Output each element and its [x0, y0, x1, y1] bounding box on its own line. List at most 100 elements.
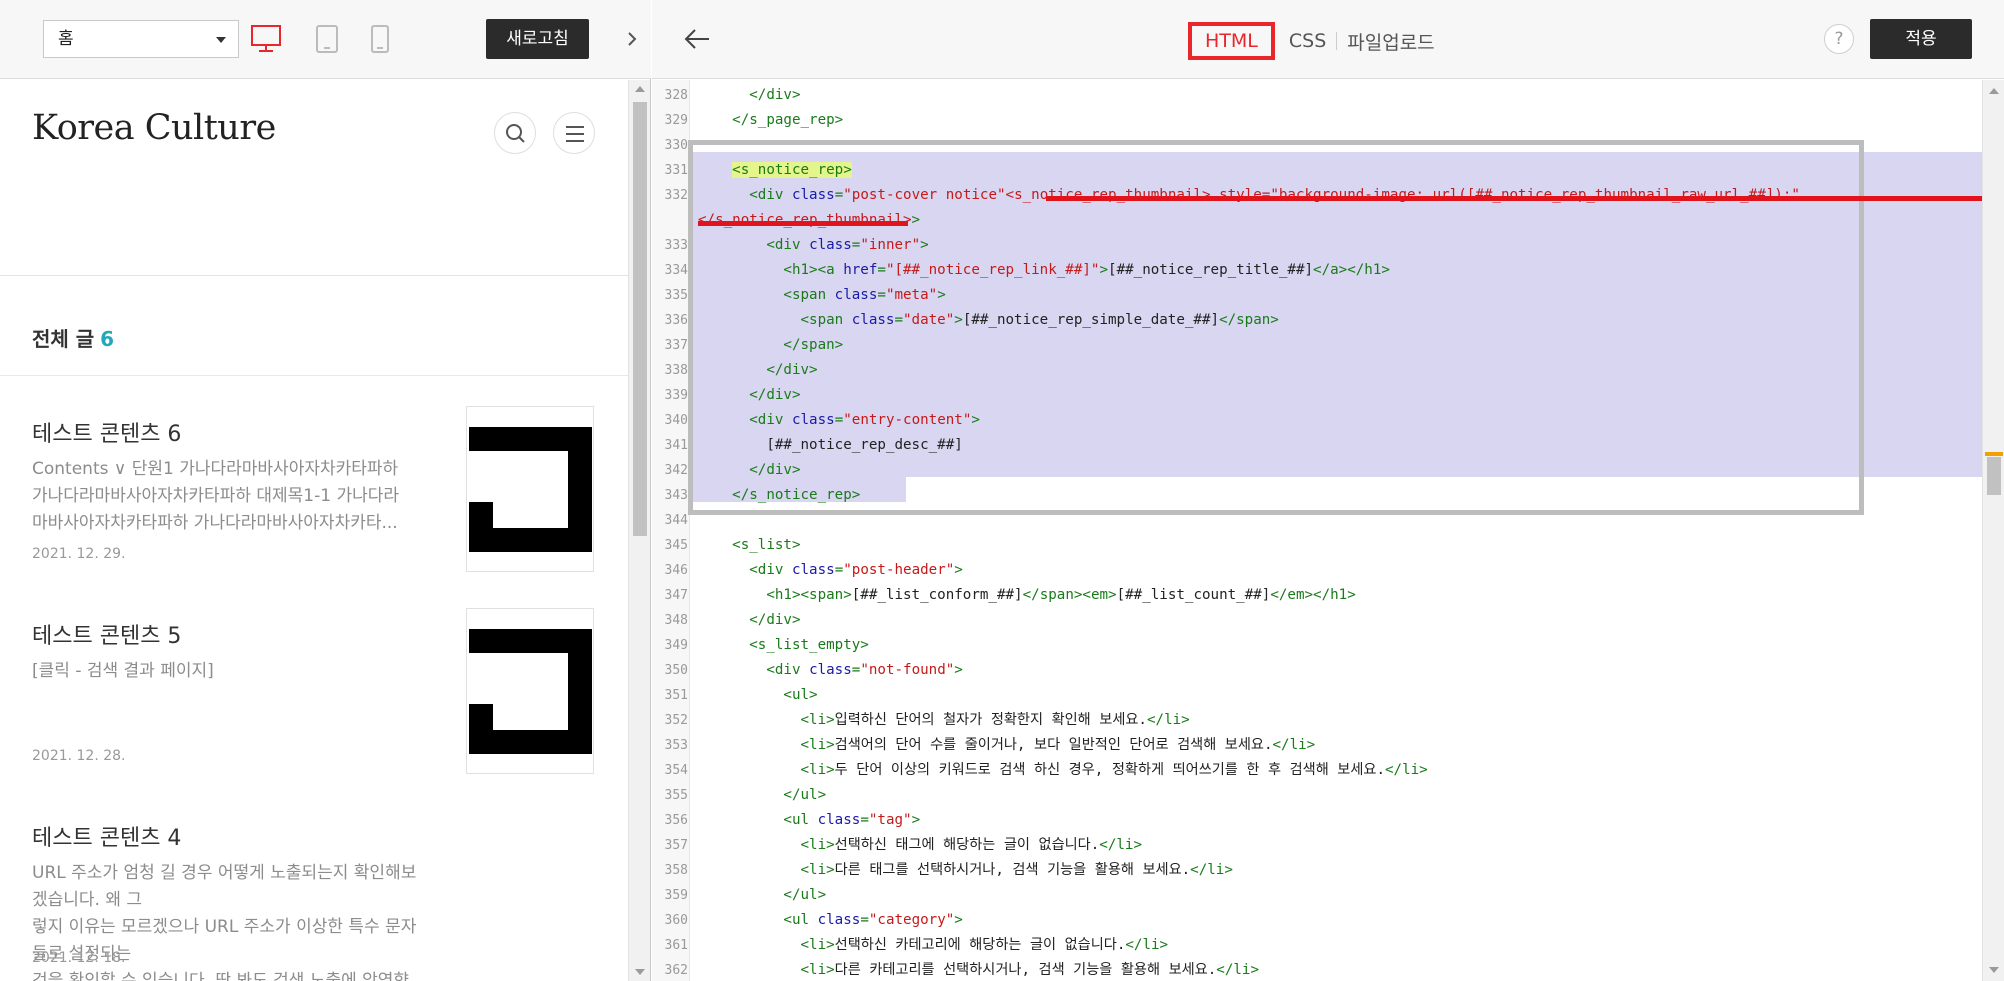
- tab-css[interactable]: CSS: [1279, 30, 1336, 52]
- post-title[interactable]: 테스트 콘텐츠 4: [32, 820, 181, 852]
- page-select[interactable]: 홈: [43, 20, 239, 58]
- line-number: 330: [664, 138, 688, 153]
- editor-scrollbar[interactable]: [1982, 80, 2004, 981]
- code-token: <li>: [800, 962, 835, 978]
- code-line[interactable]: 346 <div class="post-header">: [652, 558, 1982, 583]
- code-line[interactable]: 359 </ul>: [652, 883, 1982, 908]
- all-posts-heading: 전체 글6: [32, 323, 114, 352]
- code-line[interactable]: 353 <li>검색어의 단어 수를 줄이거나, 보다 일반적인 단어로 검색해…: [652, 733, 1982, 758]
- tab-html[interactable]: HTML: [1188, 22, 1275, 60]
- code-token: <li>: [800, 762, 835, 778]
- code-text: </div>: [698, 83, 800, 108]
- tab-file-upload[interactable]: 파일업로드: [1337, 28, 1444, 55]
- code-token: </ul>: [783, 887, 827, 903]
- code-token: 다른 태그를 선택하시거나, 검색 기능을 활용해 보세요.: [834, 862, 1191, 878]
- post-title[interactable]: 테스트 콘텐츠 5: [32, 618, 181, 650]
- line-number: 328: [664, 88, 688, 103]
- code-line[interactable]: 350 <div class="not-found">: [652, 658, 1982, 683]
- code-token: </li>: [1385, 762, 1428, 778]
- editor-panel: HTML CSS 파일업로드 ? 적용 328 </div> 329 </s_pa…: [652, 0, 2004, 981]
- code-token: </li>: [1099, 837, 1142, 853]
- code-line[interactable]: 361 <li>선택하신 카테고리에 해당하는 글이 없습니다.</li>: [652, 933, 1982, 958]
- code-line[interactable]: 357 <li>선택하신 태그에 해당하는 글이 없습니다.</li>: [652, 833, 1982, 858]
- code-line[interactable]: 329 </s_page_rep>: [652, 108, 1982, 133]
- post-thumbnail[interactable]: [466, 608, 594, 774]
- scroll-up-icon[interactable]: [1989, 88, 1999, 94]
- code-line[interactable]: 352 <li>입력하신 단어의 철자가 정확한지 확인해 보세요.</li>: [652, 708, 1982, 733]
- line-number: 344: [664, 513, 688, 528]
- code-text: <li>입력하신 단어의 철자가 정확한지 확인해 보세요.</li>: [698, 708, 1190, 733]
- refresh-button[interactable]: 새로고침: [486, 19, 589, 59]
- code-line[interactable]: 362 <li>다른 카테고리를 선택하시거나, 검색 기능을 활용해 보세요.…: [652, 958, 1982, 981]
- scroll-down-icon[interactable]: [635, 969, 645, 975]
- scroll-down-icon[interactable]: [1989, 967, 1999, 973]
- code-token: <s_list_empty>: [749, 637, 869, 653]
- code-line[interactable]: 358 <li>다른 태그를 선택하시거나, 검색 기능을 활용해 보세요.</…: [652, 858, 1982, 883]
- line-number: 354: [664, 763, 688, 778]
- back-arrow-icon[interactable]: [682, 24, 712, 54]
- tablet-icon[interactable]: [316, 25, 338, 57]
- desktop-icon[interactable]: [251, 25, 281, 57]
- blog-title[interactable]: Korea Culture: [32, 108, 276, 148]
- divider: [0, 375, 628, 376]
- code-line[interactable]: 347 <h1><span>[##_list_conform_##]</span…: [652, 583, 1982, 608]
- code-token: >: [954, 912, 963, 928]
- apply-button[interactable]: 적용: [1870, 19, 1972, 59]
- scrollbar-thumb[interactable]: [633, 102, 647, 536]
- code-line[interactable]: 328 </div>: [652, 83, 1982, 108]
- help-button[interactable]: ?: [1824, 24, 1854, 54]
- line-number: 334: [664, 263, 688, 278]
- code-line[interactable]: 354 <li>두 단어 이상의 키워드로 검색 하신 경우, 정확하게 띄어쓰…: [652, 758, 1982, 783]
- code-line[interactable]: 351 <ul>: [652, 683, 1982, 708]
- code-line[interactable]: 355 </ul>: [652, 783, 1982, 808]
- code-token: </li>: [1190, 862, 1233, 878]
- code-token: <ul>: [783, 687, 818, 703]
- post-item[interactable]: 테스트 콘텐츠 5 [클릭 - 검색 결과 페이지] 2021. 12. 28.: [0, 608, 628, 808]
- code-token: 입력하신 단어의 철자가 정확한지 확인해 보세요.: [834, 712, 1147, 728]
- code-text: <s_list_empty>: [698, 633, 869, 658]
- preview-toolbar: 홈 새로고침: [0, 0, 651, 79]
- line-number: 333: [664, 238, 688, 253]
- editor-tabs: HTML CSS 파일업로드: [1188, 22, 1445, 60]
- code-text: <ul class="category">: [698, 908, 963, 933]
- scrollbar-thumb[interactable]: [1987, 457, 2001, 495]
- code-line[interactable]: 360 <ul class="category">: [652, 908, 1982, 933]
- line-number: 343: [664, 488, 688, 503]
- code-token: </li>: [1146, 712, 1190, 728]
- hamburger-icon: [566, 126, 584, 142]
- post-thumbnail[interactable]: [466, 406, 594, 572]
- code-line[interactable]: 356 <ul class="tag">: [652, 808, 1982, 833]
- menu-button[interactable]: [553, 112, 595, 154]
- post-item[interactable]: 테스트 콘텐츠 6 Contents ∨ 단원1 가나다라마바사아자차카타파하 …: [0, 406, 628, 606]
- scroll-up-icon[interactable]: [635, 86, 645, 92]
- code-token: <li>: [800, 737, 835, 753]
- post-item[interactable]: 테스트 콘텐츠 4 URL 주소가 엄청 길 경우 어떻게 노출되는지 확인해보…: [0, 820, 628, 981]
- divider: [0, 275, 628, 276]
- code-token: </s_page_rep>: [732, 112, 844, 128]
- code-line[interactable]: 345 <s_list>: [652, 533, 1982, 558]
- line-number: 358: [664, 863, 688, 878]
- post-title[interactable]: 테스트 콘텐츠 6: [32, 416, 181, 448]
- code-token: =: [860, 812, 869, 828]
- code-token: <div: [766, 662, 810, 678]
- post-summary: [클릭 - 검색 결과 페이지]: [32, 661, 214, 681]
- search-button[interactable]: [494, 112, 536, 154]
- mobile-icon[interactable]: [371, 25, 389, 57]
- preview-scrollbar[interactable]: [628, 80, 650, 981]
- code-text: <li>다른 태그를 선택하시거나, 검색 기능을 활용해 보세요.</li>: [698, 858, 1233, 883]
- code-line[interactable]: 348 </div>: [652, 608, 1982, 633]
- code-token: <div: [749, 562, 792, 578]
- code-line[interactable]: 349 <s_list_empty>: [652, 633, 1982, 658]
- line-number: 350: [664, 663, 688, 678]
- code-text: <h1><span>[##_list_conform_##]</span><em…: [698, 583, 1355, 608]
- line-number: 348: [664, 613, 688, 628]
- chevron-right-icon[interactable]: [622, 22, 642, 56]
- post-date: 2021. 12. 28.: [32, 748, 126, 764]
- code-token: class: [817, 812, 861, 828]
- code-token: =: [834, 562, 844, 578]
- code-token: 검색어의 단어 수를 줄이거나, 보다 일반적인 단어로 검색해 보세요.: [834, 737, 1273, 753]
- code-text: <div class="not-found">: [698, 658, 963, 683]
- code-editor[interactable]: 328 </div> 329 </s_page_rep> 330 331 <s_not…: [652, 80, 1982, 981]
- line-number: 335: [664, 288, 688, 303]
- code-token: "not-found": [860, 662, 955, 678]
